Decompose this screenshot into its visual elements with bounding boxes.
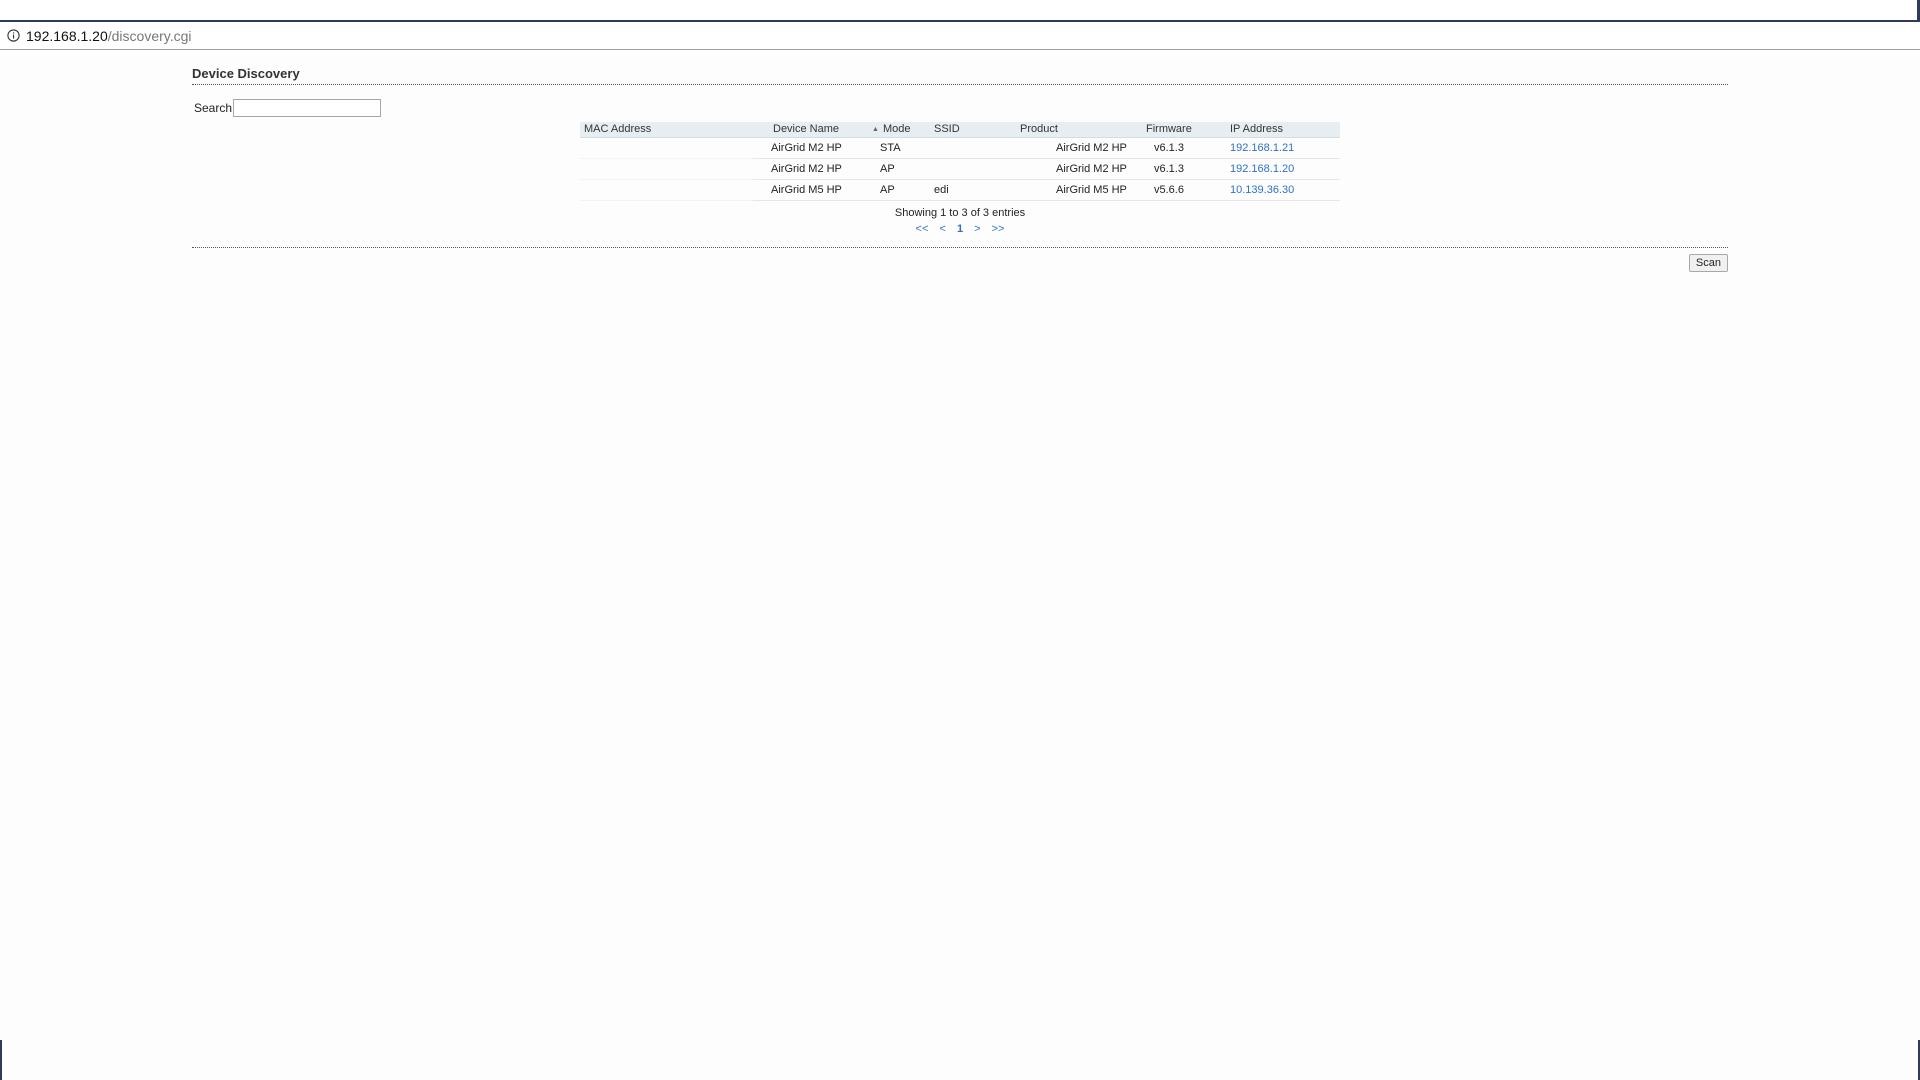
ip-link[interactable]: 192.168.1.21 [1230, 142, 1294, 154]
ip-link[interactable]: 192.168.1.20 [1230, 163, 1294, 175]
search-row: Search [192, 99, 1728, 117]
url-host[interactable]: 192.168.1.20 [26, 28, 108, 44]
cell-product: AirGrid M2 HP [1016, 158, 1142, 180]
title-divider [192, 84, 1728, 85]
cell-product: AirGrid M2 HP [1016, 137, 1142, 159]
cell-mac [580, 137, 753, 159]
table-info: Showing 1 to 3 of 3 entries [894, 206, 1026, 219]
cell-device-name: AirGrid M5 HP [753, 179, 868, 201]
cell-firmware: v5.6.6 [1142, 179, 1226, 201]
cell-ssid: edi [930, 179, 1016, 201]
cell-ip: 192.168.1.21 [1226, 137, 1340, 159]
cell-mode: STA [868, 137, 930, 159]
column-header-product[interactable]: Product [1016, 122, 1142, 138]
pager-prev[interactable]: < [939, 223, 945, 235]
address-bar[interactable]: 192.168.1.20/discovery.cgi [0, 22, 1920, 50]
table-row[interactable]: AirGrid M2 HP AP AirGrid M2 HP v6.1.3 19… [580, 158, 1340, 180]
info-icon[interactable] [6, 29, 20, 43]
column-header-device-name[interactable]: Device Name [753, 122, 868, 138]
window-edge [0, 1040, 2, 1080]
cell-device-name: AirGrid M2 HP [753, 137, 868, 159]
table-row[interactable]: AirGrid M2 HP STA AirGrid M2 HP v6.1.3 1… [580, 137, 1340, 159]
column-header-ssid[interactable]: SSID [930, 122, 1016, 138]
column-header-ip[interactable]: IP Address [1226, 122, 1340, 138]
pagination: << < 1 > >> [580, 223, 1340, 235]
pager-next[interactable]: > [974, 223, 980, 235]
browser-top-strip [0, 0, 1920, 22]
column-header-device-name-label: Device Name [773, 123, 840, 136]
device-table-wrapper: MAC Address Device Name ▲ Mode SSID Produ… [580, 122, 1340, 235]
pager-current-page[interactable]: 1 [957, 223, 963, 235]
search-input[interactable] [233, 99, 382, 117]
cell-product: AirGrid M5 HP [1016, 179, 1142, 201]
cell-mode: AP [868, 179, 930, 201]
bottom-divider [192, 247, 1728, 248]
cell-ssid [930, 137, 1016, 159]
column-header-mac[interactable]: MAC Address [580, 122, 753, 138]
cell-ip: 10.139.36.30 [1226, 179, 1340, 201]
column-header-mode-label: Mode [882, 123, 911, 136]
cell-mac [580, 158, 753, 180]
sort-ascending-icon: ▲ [872, 126, 879, 134]
cell-firmware: v6.1.3 [1142, 158, 1226, 180]
pager-last[interactable]: >> [992, 223, 1005, 235]
cell-mac [580, 179, 753, 201]
column-header-mode[interactable]: ▲ Mode [868, 122, 930, 138]
table-header-row: MAC Address Device Name ▲ Mode SSID Produ… [580, 122, 1340, 138]
url-path[interactable]: /discovery.cgi [108, 28, 192, 44]
pager-first[interactable]: << [916, 223, 929, 235]
table-row[interactable]: AirGrid M5 HP AP edi AirGrid M5 HP v5.6.… [580, 179, 1340, 201]
cell-device-name: AirGrid M2 HP [753, 158, 868, 180]
device-table: MAC Address Device Name ▲ Mode SSID Produ… [580, 122, 1340, 201]
cell-firmware: v6.1.3 [1142, 137, 1226, 159]
page-title: Device Discovery [192, 66, 300, 81]
column-header-firmware[interactable]: Firmware [1142, 122, 1226, 138]
scan-button[interactable]: Scan [1688, 254, 1728, 272]
ip-link[interactable]: 10.139.36.30 [1230, 184, 1294, 196]
search-label: Search [194, 101, 233, 115]
device-discovery-panel: Device Discovery Search MAC Address Devi… [192, 66, 1728, 272]
cell-mode: AP [868, 158, 930, 180]
cell-ssid [930, 158, 1016, 180]
cell-ip: 192.168.1.20 [1226, 158, 1340, 180]
